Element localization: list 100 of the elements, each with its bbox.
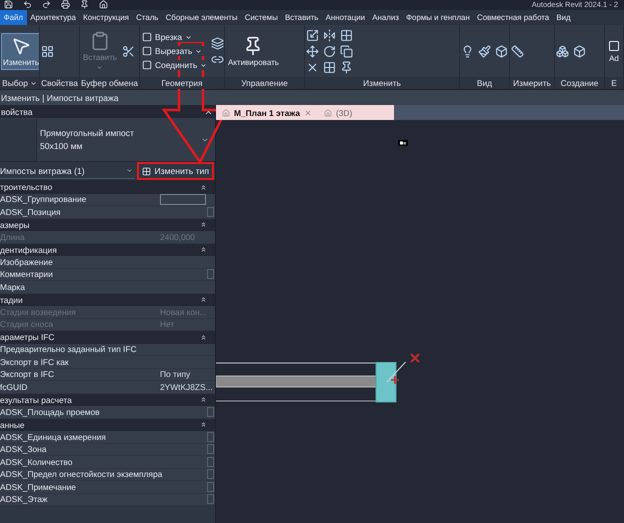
grid-icon bbox=[142, 166, 152, 176]
ribbon-button[interactable]: Изменить bbox=[1, 32, 39, 70]
group-header[interactable]: азмеры bbox=[0, 218, 215, 231]
tool-icon[interactable] bbox=[122, 44, 135, 58]
toolbar-icon[interactable] bbox=[4, 0, 13, 9]
edit-type-button[interactable]: Изменить тип bbox=[139, 164, 212, 178]
clipboard-icon bbox=[90, 31, 110, 51]
panel-label: Создание bbox=[555, 77, 604, 89]
tool-icon[interactable] bbox=[306, 28, 319, 42]
group-header[interactable]: троительство bbox=[0, 181, 215, 194]
property-name: ADSK_Этаж bbox=[0, 494, 48, 504]
tool-icon[interactable] bbox=[340, 44, 353, 58]
tool-icon[interactable] bbox=[323, 28, 336, 42]
collapse-icon[interactable] bbox=[200, 221, 207, 228]
caret-icon bbox=[96, 64, 104, 71]
property-name: Комментарии bbox=[0, 269, 54, 280]
tool-icon[interactable] bbox=[556, 44, 569, 58]
panel-label: Геометрия bbox=[140, 77, 224, 89]
parameter-checkbox[interactable] bbox=[207, 432, 214, 442]
property-name: ADSK_Позиция bbox=[0, 206, 62, 217]
group-header[interactable]: дентификация bbox=[0, 244, 215, 256]
viewcube-icon bbox=[398, 140, 408, 146]
ribbon-button[interactable]: Соединить bbox=[141, 60, 208, 70]
collapse-icon[interactable] bbox=[200, 184, 207, 191]
property-name: ADSK_Зона bbox=[0, 444, 48, 454]
tool-icon[interactable] bbox=[211, 36, 224, 50]
panel-label: E bbox=[605, 77, 623, 89]
toolbar-icon[interactable] bbox=[80, 0, 89, 9]
panel-label: Свойства bbox=[40, 77, 79, 89]
property-name: Экспорт в IFC bbox=[0, 369, 56, 380]
group-header[interactable]: анные bbox=[0, 418, 215, 431]
panel-label: Измерить bbox=[510, 77, 554, 89]
parameter-checkbox[interactable] bbox=[207, 456, 214, 467]
tool-icon[interactable] bbox=[323, 44, 336, 58]
property-name: Экспорт в IFC как bbox=[0, 356, 70, 367]
tool-icon[interactable] bbox=[573, 44, 586, 58]
type-name: Прямоугольный импост bbox=[40, 128, 135, 138]
panel-label: Выбор bbox=[0, 77, 39, 89]
property-value: Нет bbox=[160, 319, 174, 330]
property-name: Стадия сноса bbox=[0, 319, 54, 330]
tool-icon[interactable] bbox=[306, 60, 319, 74]
parameter-checkbox[interactable] bbox=[207, 406, 214, 417]
property-name: ADSK_Количество bbox=[0, 456, 74, 467]
group-header[interactable]: араметры IFC bbox=[0, 331, 215, 344]
parameter-checkbox[interactable] bbox=[207, 469, 214, 480]
tool-icon[interactable] bbox=[41, 44, 54, 58]
collapse-icon[interactable] bbox=[200, 421, 207, 428]
property-name: ADSK_Предел огнестойкости экземпляра bbox=[0, 469, 160, 480]
property-name: Длина bbox=[0, 232, 26, 242]
collapse-icon[interactable] bbox=[200, 334, 207, 341]
tool-icon[interactable] bbox=[323, 60, 336, 74]
parameter-checkbox[interactable] bbox=[207, 482, 214, 492]
property-name: ADSK_Группирование bbox=[0, 194, 88, 204]
toolbar-icon[interactable] bbox=[61, 0, 70, 9]
tool-icon[interactable] bbox=[340, 60, 353, 74]
panel-title: войства bbox=[1, 106, 33, 116]
toolbar-icon[interactable] bbox=[23, 0, 32, 9]
collapse-icon[interactable] bbox=[200, 396, 207, 404]
parameter-checkbox[interactable] bbox=[207, 206, 214, 217]
panel-label: Управление bbox=[225, 77, 304, 89]
collapse-icon[interactable] bbox=[200, 246, 207, 254]
property-value: 2400,000 bbox=[160, 232, 195, 242]
property-name: Предварительно заданный тип IFC bbox=[0, 344, 138, 354]
caret-icon bbox=[30, 80, 37, 86]
type-size: 50x100 мм bbox=[40, 141, 84, 151]
tool-icon[interactable] bbox=[340, 28, 353, 42]
type-selector[interactable]: Прямоугольный импост 50x100 мм bbox=[0, 118, 215, 162]
toolbar-icon[interactable] bbox=[99, 0, 108, 9]
property-name: Изображение bbox=[0, 256, 54, 267]
property-name: ADSK_Примечание bbox=[0, 482, 77, 492]
property-value: 2YWtKJ8ZS... bbox=[160, 382, 213, 392]
panel-label: Изменить bbox=[305, 77, 459, 89]
cross-marker-icon bbox=[409, 352, 421, 364]
property-name: fcGUID bbox=[0, 382, 28, 392]
parameter-checkbox[interactable] bbox=[207, 494, 214, 504]
tool-icon bbox=[608, 40, 620, 52]
tool-icon[interactable] bbox=[495, 44, 508, 58]
collapse-icon[interactable] bbox=[200, 296, 207, 304]
toolbar-icon[interactable] bbox=[42, 0, 51, 9]
value-field[interactable] bbox=[160, 194, 206, 205]
property-name: ADSK_Площадь проемов bbox=[0, 406, 101, 417]
parameter-checkbox[interactable] bbox=[207, 444, 214, 454]
property-value: Новая кон... bbox=[160, 306, 207, 317]
property-name: ADSK_Единица измерения bbox=[0, 432, 107, 442]
panel-label: Вид bbox=[460, 77, 509, 89]
tool-icon[interactable] bbox=[478, 44, 491, 58]
tool-icon[interactable] bbox=[461, 44, 474, 58]
group-header[interactable]: тадии bbox=[0, 294, 215, 306]
context-label: Изменить | Импосты витража bbox=[1, 92, 118, 102]
property-name: Марка bbox=[0, 282, 26, 292]
parameter-checkbox[interactable] bbox=[207, 269, 214, 280]
group-header[interactable]: езультаты расчета bbox=[0, 394, 215, 406]
view-icon bbox=[222, 108, 230, 116]
tool-icon[interactable] bbox=[511, 44, 524, 58]
tool-icon[interactable] bbox=[306, 44, 319, 58]
caret-icon bbox=[126, 167, 134, 174]
panel-label: Буфер обмена bbox=[80, 77, 139, 89]
property-value: По типу bbox=[160, 369, 190, 380]
instance-dropdown[interactable]: Импосты витража (1) bbox=[0, 164, 136, 178]
view-icon bbox=[324, 108, 332, 116]
